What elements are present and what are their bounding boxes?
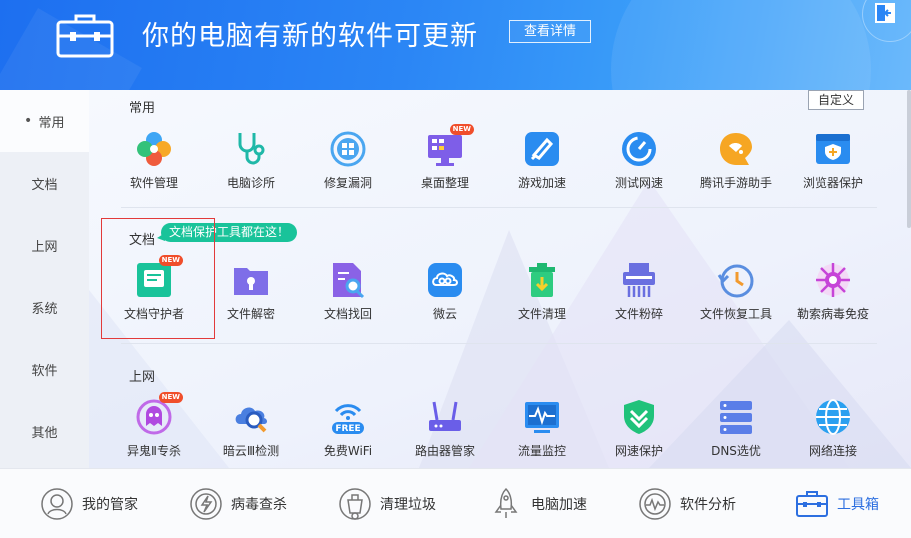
nav-software-analysis[interactable]: 软件分析 [638, 486, 736, 522]
nav-cleanup[interactable]: 清理垃圾 [338, 486, 436, 522]
tool-game-accelerate[interactable]: 游戏加速 [494, 130, 590, 191]
software-manager-icon [137, 132, 171, 166]
file-cleanup-icon [529, 263, 555, 297]
browser-protect-icon [816, 134, 850, 164]
section-title-internet: 上网 [129, 370, 156, 385]
tool-dns-optimize[interactable]: DNS选优 [688, 398, 784, 459]
tool-repair-vulnerability[interactable]: 修复漏洞 [300, 130, 396, 191]
svg-text:FREE: FREE [335, 424, 360, 434]
header-decoration [611, 0, 871, 90]
mobile-game-assistant-icon [720, 133, 752, 165]
tool-desktop-organizer[interactable]: NEW 桌面整理 [397, 124, 493, 191]
speed-test-icon [622, 132, 656, 166]
tool-ghost-killer[interactable]: NEW 异鬼Ⅱ专杀 [106, 392, 202, 459]
section-divider [121, 343, 877, 344]
header-title: 你的电脑有新的软件可更新 [142, 21, 478, 52]
tools-panel: 自定义 常用 软件管理 电脑诊所 修复漏洞 NEW 桌面整理 游戏加速 测试网速… [89, 90, 911, 468]
stethoscope-icon [238, 133, 265, 165]
tool-ransomware-immune[interactable]: 勒索病毒免疫 [785, 261, 881, 322]
section-divider [121, 207, 877, 208]
tool-pc-clinic[interactable]: 电脑诊所 [203, 130, 299, 191]
file-decrypt-icon [234, 268, 268, 295]
tool-traffic-monitor[interactable]: 流量监控 [494, 398, 590, 459]
speedup-rocket-icon [494, 487, 518, 518]
ransomware-immune-icon [816, 263, 850, 297]
ghost-killer-icon [136, 399, 172, 435]
tool-mobile-game-assistant[interactable]: 腾讯手游助手 [688, 130, 784, 191]
view-details-button[interactable]: 查看详情 [509, 20, 591, 43]
tool-dark-cloud-detect[interactable]: 暗云Ⅲ检测 [203, 398, 299, 459]
nav-toolbox[interactable]: 工具箱 [795, 486, 879, 522]
desktop-organizer-icon [428, 135, 462, 166]
game-accelerate-icon [525, 132, 559, 166]
tool-weiyun[interactable]: 微云 [397, 261, 493, 322]
toolbox-icon [796, 491, 828, 517]
section-title-common: 常用 [129, 101, 156, 116]
bottom-navigation: 我的管家 病毒查杀 清理垃圾 电脑加速 软件分析 工具箱 [0, 468, 911, 538]
tool-file-restore[interactable]: 文件恢复工具 [688, 261, 784, 322]
sidebar-item-other[interactable]: 其他 [0, 400, 89, 462]
file-shredder-icon [623, 263, 655, 297]
header-banner: 你的电脑有新的软件可更新 查看详情 [0, 0, 911, 90]
dark-cloud-detect-icon [235, 407, 267, 433]
repair-vulnerability-icon [330, 131, 366, 167]
router-manager-icon [429, 401, 461, 431]
scrollbar[interactable] [907, 90, 911, 228]
sidebar-item-system[interactable]: 系统 [0, 276, 89, 338]
sidebar-item-software[interactable]: 软件 [0, 338, 89, 400]
weiyun-icon [428, 263, 462, 297]
new-badge: NEW [158, 392, 183, 403]
tool-file-decrypt[interactable]: 文件解密 [203, 261, 299, 322]
new-badge: NEW [158, 255, 183, 266]
cleanup-icon [339, 488, 371, 520]
traffic-monitor-icon [525, 402, 559, 433]
tool-speed-test[interactable]: 测试网速 [591, 130, 687, 191]
tool-software-manager[interactable]: 软件管理 [106, 130, 202, 191]
sidebar-item-documents[interactable]: 文档 [0, 152, 89, 214]
tool-router-manager[interactable]: 路由器管家 [397, 398, 493, 459]
tool-free-wifi[interactable]: FREE 免费WiFi [300, 398, 396, 459]
tool-net-speed-protect[interactable]: 网速保护 [591, 398, 687, 459]
new-badge: NEW [449, 124, 474, 135]
nav-virus-scan[interactable]: 病毒查杀 [189, 486, 287, 522]
tool-file-cleanup[interactable]: 文件清理 [494, 261, 590, 322]
net-speed-protect-icon [624, 400, 654, 434]
tool-network-connect[interactable]: 网络连接 [785, 398, 881, 459]
nav-my-manager[interactable]: 我的管家 [40, 486, 138, 522]
tool-file-shredder[interactable]: 文件粉碎 [591, 261, 687, 322]
network-connect-icon [816, 399, 850, 435]
free-wifi-icon: FREE [332, 404, 364, 434]
sidebar-item-common[interactable]: 常用 [0, 90, 89, 152]
exit-toolbox-icon[interactable] [874, 2, 896, 24]
software-analysis-icon [639, 488, 671, 520]
file-restore-icon [717, 264, 754, 298]
customize-button[interactable]: 自定义 [808, 90, 864, 110]
virus-scan-icon [190, 488, 222, 520]
document-recover-icon [333, 263, 365, 299]
tool-browser-protect[interactable]: 浏览器保护 [785, 130, 881, 191]
category-sidebar: 常用 文档 上网 系统 软件 其他 [0, 90, 89, 468]
toolbox-logo-icon [56, 14, 114, 58]
document-guardian-icon [137, 263, 171, 297]
sidebar-item-internet[interactable]: 上网 [0, 214, 89, 276]
tool-document-recover[interactable]: 文档找回 [300, 261, 396, 322]
my-manager-icon [41, 488, 73, 520]
tool-document-guardian[interactable]: NEW 文档守护者 [106, 255, 202, 322]
nav-speedup[interactable]: 电脑加速 [489, 486, 587, 522]
dns-optimize-icon [720, 401, 752, 434]
